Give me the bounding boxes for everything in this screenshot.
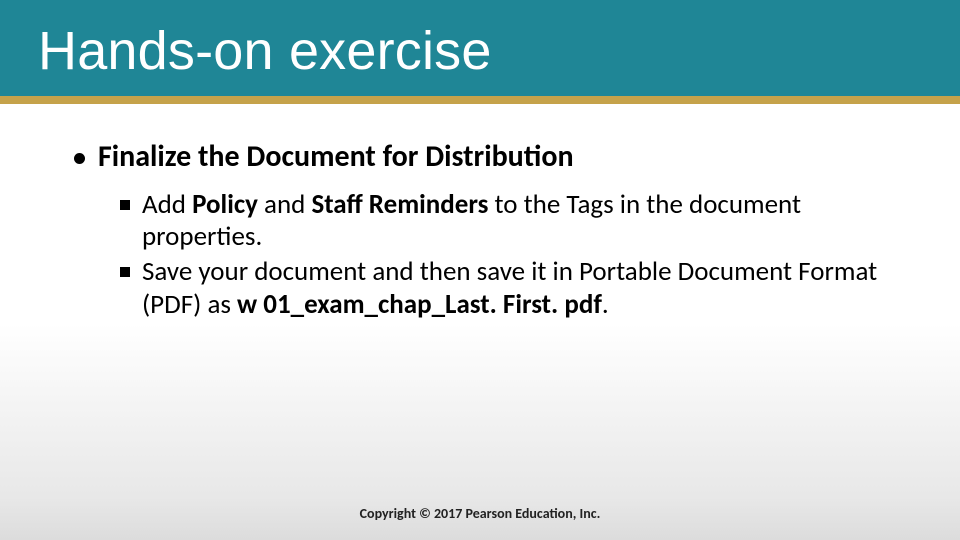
- slide-title: Hands-on exercise: [38, 20, 492, 82]
- text-bold: Staff Reminders: [311, 188, 488, 221]
- bullet-square-icon: [120, 200, 130, 210]
- content-area: Finalize the Document for Distribution A…: [72, 140, 900, 324]
- text-bold: Policy: [192, 188, 258, 221]
- text-run: Add: [142, 188, 192, 221]
- text-run: .: [602, 288, 609, 321]
- text-bold: w 01_exam_chap_Last. First. pdf: [237, 288, 602, 321]
- bullet-level1-text: Finalize the Document for Distribution: [98, 138, 574, 175]
- sub-bullet: Save your document and then save it in P…: [120, 256, 900, 322]
- accent-divider: [0, 96, 960, 104]
- bullet-dot-icon: [74, 153, 85, 164]
- sub-bullet: Add Policy and Staff Reminders to the Ta…: [120, 189, 900, 255]
- bullet-level1: Finalize the Document for Distribution: [72, 140, 900, 175]
- text-run: and: [258, 188, 312, 221]
- slide: Hands-on exercise Finalize the Document …: [0, 0, 960, 540]
- sub-bullet-list: Add Policy and Staff Reminders to the Ta…: [72, 189, 900, 323]
- bullet-square-icon: [120, 267, 130, 277]
- copyright-footer: Copyright © 2017 Pearson Education, Inc.: [0, 505, 960, 522]
